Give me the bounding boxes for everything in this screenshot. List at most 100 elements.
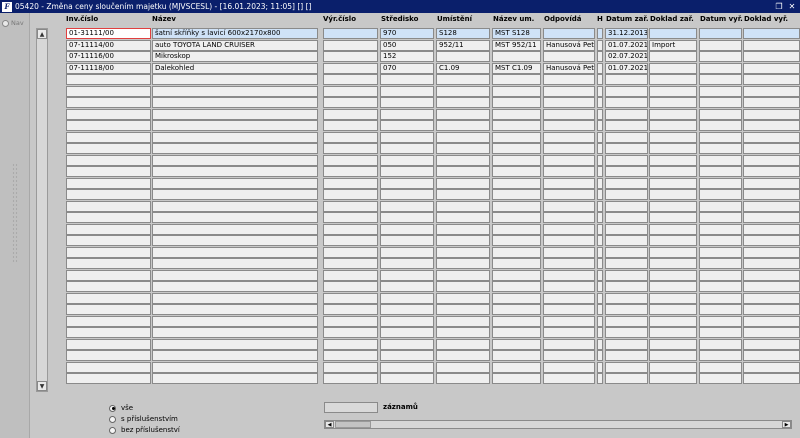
cell-dkv[interactable]: [743, 292, 800, 304]
cell-vyr[interactable]: [323, 292, 378, 304]
cell-odp[interactable]: [543, 223, 595, 235]
table-row[interactable]: [0, 120, 800, 131]
table-row[interactable]: [0, 361, 800, 373]
cell-odp[interactable]: [543, 97, 595, 108]
cell-dv[interactable]: [699, 373, 742, 384]
cell-str[interactable]: [380, 246, 434, 258]
cell-vyr[interactable]: [323, 246, 378, 258]
cell-str[interactable]: [380, 212, 434, 223]
cell-odp[interactable]: [543, 189, 595, 200]
table-row[interactable]: [0, 74, 800, 85]
column-header-odp[interactable]: Odpovídá: [544, 15, 581, 23]
cell-num[interactable]: [492, 281, 541, 292]
cell-nazev[interactable]: [152, 373, 318, 384]
cell-str[interactable]: [380, 200, 434, 212]
cell-dz[interactable]: [605, 74, 648, 85]
cell-odp[interactable]: [543, 246, 595, 258]
cell-str[interactable]: [380, 338, 434, 350]
cell-vyr[interactable]: [323, 28, 378, 39]
table-row[interactable]: [0, 166, 800, 177]
cell-inv[interactable]: [66, 223, 151, 235]
cell-vyr[interactable]: [323, 85, 378, 97]
table-row[interactable]: [0, 212, 800, 223]
cell-dkv[interactable]: [743, 62, 800, 74]
cell-dz[interactable]: [605, 269, 648, 281]
cell-h[interactable]: [597, 212, 603, 223]
cell-dz[interactable]: [605, 108, 648, 120]
cell-str[interactable]: [380, 281, 434, 292]
column-header-dz[interactable]: Datum zař.: [606, 15, 649, 23]
cell-dz[interactable]: [605, 327, 648, 338]
cell-dv[interactable]: [699, 327, 742, 338]
cell-h[interactable]: [597, 177, 603, 189]
cell-dkz[interactable]: [649, 258, 697, 269]
cell-num[interactable]: [492, 200, 541, 212]
cell-h[interactable]: [597, 51, 603, 62]
cell-nazev[interactable]: [152, 143, 318, 154]
cell-dv[interactable]: [699, 338, 742, 350]
cell-dkz[interactable]: [649, 177, 697, 189]
cell-dz[interactable]: [605, 246, 648, 258]
cell-nazev[interactable]: [152, 246, 318, 258]
cell-inv[interactable]: [66, 292, 151, 304]
cell-inv[interactable]: [66, 246, 151, 258]
cell-inv[interactable]: [66, 338, 151, 350]
cell-dv[interactable]: [699, 131, 742, 143]
cell-odp[interactable]: [543, 143, 595, 154]
cell-nazev[interactable]: auto TOYOTA LAND CRUISER: [152, 39, 318, 51]
cell-odp[interactable]: [543, 200, 595, 212]
cell-nazev[interactable]: [152, 200, 318, 212]
cell-inv[interactable]: [66, 177, 151, 189]
cell-odp[interactable]: [543, 108, 595, 120]
cell-vyr[interactable]: [323, 361, 378, 373]
cell-dz[interactable]: [605, 85, 648, 97]
table-row[interactable]: [0, 131, 800, 143]
cell-dkv[interactable]: [743, 373, 800, 384]
cell-nazev[interactable]: [152, 235, 318, 246]
cell-num[interactable]: [492, 143, 541, 154]
cell-dz[interactable]: [605, 189, 648, 200]
cell-odp[interactable]: [543, 338, 595, 350]
cell-umi[interactable]: [436, 235, 490, 246]
cell-dkv[interactable]: [743, 154, 800, 166]
cell-dv[interactable]: [699, 258, 742, 269]
cell-dkv[interactable]: [743, 189, 800, 200]
cell-dv[interactable]: [699, 39, 742, 51]
cell-vyr[interactable]: [323, 51, 378, 62]
table-row[interactable]: [0, 189, 800, 200]
cell-odp[interactable]: [543, 212, 595, 223]
cell-umi[interactable]: [436, 246, 490, 258]
cell-vyr[interactable]: [323, 143, 378, 154]
cell-str[interactable]: 070: [380, 62, 434, 74]
cell-dkz[interactable]: [649, 51, 697, 62]
column-header-inv[interactable]: Inv.číslo: [66, 15, 98, 23]
cell-num[interactable]: [492, 166, 541, 177]
cell-vyr[interactable]: [323, 166, 378, 177]
cell-odp[interactable]: [543, 361, 595, 373]
column-header-h[interactable]: H: [597, 15, 603, 23]
cell-vyr[interactable]: [323, 235, 378, 246]
cell-dkz[interactable]: [649, 281, 697, 292]
cell-umi[interactable]: [436, 97, 490, 108]
cell-dz[interactable]: [605, 281, 648, 292]
cell-nazev[interactable]: [152, 361, 318, 373]
cell-odp[interactable]: [543, 269, 595, 281]
cell-dkz[interactable]: [649, 315, 697, 327]
scroll-thumb[interactable]: [335, 421, 371, 428]
cell-inv[interactable]: 07-11114/00: [66, 39, 151, 51]
cell-num[interactable]: [492, 373, 541, 384]
cell-dkz[interactable]: [649, 131, 697, 143]
cell-umi[interactable]: [436, 315, 490, 327]
cell-h[interactable]: [597, 131, 603, 143]
cell-h[interactable]: [597, 166, 603, 177]
cell-inv[interactable]: [66, 269, 151, 281]
cell-nazev[interactable]: Mikroskop: [152, 51, 318, 62]
cell-num[interactable]: [492, 154, 541, 166]
cell-dkz[interactable]: [649, 292, 697, 304]
cell-dz[interactable]: [605, 154, 648, 166]
cell-umi[interactable]: [436, 361, 490, 373]
cell-inv[interactable]: [66, 304, 151, 315]
cell-umi[interactable]: [436, 189, 490, 200]
cell-dkz[interactable]: [649, 338, 697, 350]
cell-odp[interactable]: [543, 315, 595, 327]
